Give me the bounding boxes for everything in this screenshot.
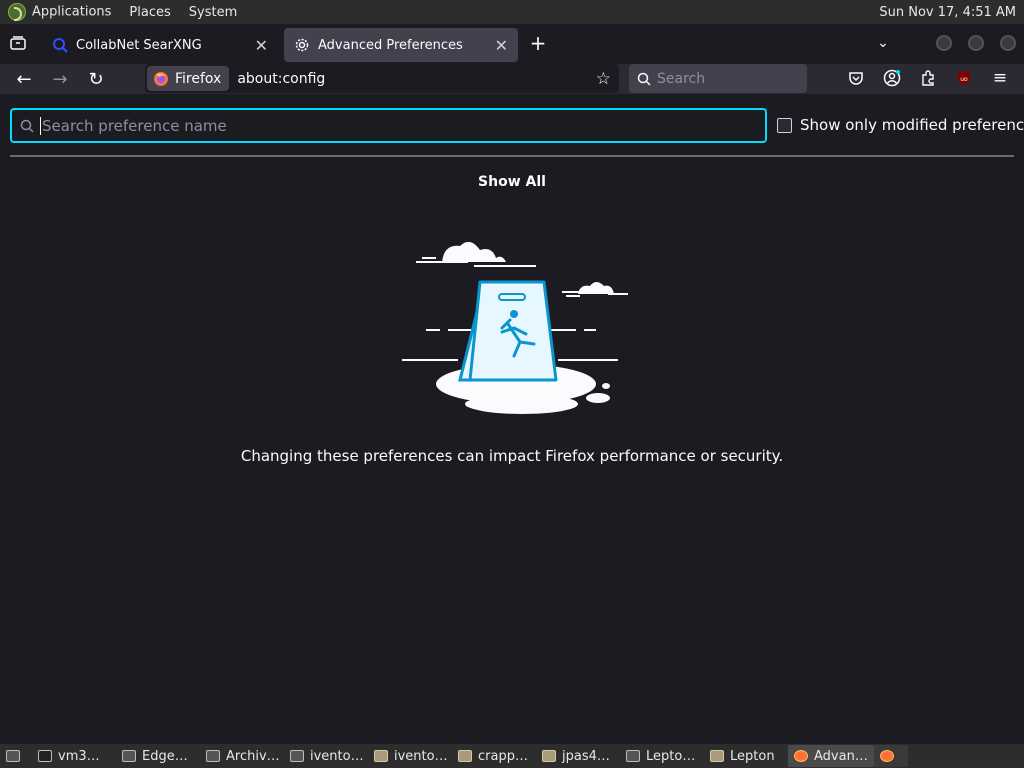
- tab-strip: CollabNet SearXNG ✕ Advanced Preferences…: [0, 24, 1024, 64]
- tab-title: Advanced Preferences: [318, 37, 463, 53]
- taskbar-item[interactable]: vm3…: [32, 745, 116, 767]
- firefox-icon: [154, 71, 168, 86]
- cloud-right-icon: [562, 282, 628, 297]
- new-tab-button[interactable]: +: [524, 30, 552, 56]
- taskbar-item[interactable]: Edge…: [116, 745, 200, 767]
- folder-icon: [710, 750, 724, 762]
- account-icon[interactable]: [882, 68, 902, 88]
- tab-list-icon[interactable]: [4, 30, 32, 56]
- clock[interactable]: Sun Nov 17, 4:51 AM: [879, 5, 1024, 20]
- taskbar-item[interactable]: ivento…: [368, 745, 452, 767]
- preference-search-input[interactable]: Search preference name: [10, 108, 767, 143]
- show-modified-checkbox[interactable]: [777, 118, 792, 133]
- desktop-icon: [6, 750, 20, 762]
- search-placeholder: Search: [657, 70, 706, 87]
- terminal-icon: [38, 750, 52, 762]
- gear-icon: [294, 37, 310, 53]
- extensions-icon[interactable]: [918, 68, 938, 88]
- folder-icon: [374, 750, 388, 762]
- app-icon: [290, 750, 304, 762]
- folder-icon: [542, 750, 556, 762]
- firefox-launcher-button[interactable]: [874, 745, 908, 767]
- mate-logo-icon: [8, 3, 26, 21]
- about-config-page: Search preference name Show only modifie…: [0, 94, 1024, 744]
- reload-icon[interactable]: ↻: [82, 66, 110, 92]
- taskbar-item[interactable]: Lepto…: [620, 745, 704, 767]
- taskbar-item[interactable]: Lepton: [704, 745, 788, 767]
- folder-icon: [458, 750, 472, 762]
- show-desktop-button[interactable]: [0, 745, 32, 767]
- svg-text:uo: uo: [960, 76, 968, 83]
- app-icon: [626, 750, 640, 762]
- show-modified-label[interactable]: Show only modified preferences: [800, 116, 1024, 134]
- chevron-down-icon[interactable]: ⌄: [869, 30, 897, 56]
- url-bar[interactable]: Firefox about:config ☆: [145, 64, 619, 93]
- tab-advanced-preferences[interactable]: Advanced Preferences ✕: [284, 28, 518, 62]
- tab-title: CollabNet SearXNG: [76, 37, 202, 53]
- taskbar-item[interactable]: jpas4…: [536, 745, 620, 767]
- divider: [10, 155, 1014, 157]
- places-menu[interactable]: Places: [129, 5, 170, 20]
- close-tab-icon[interactable]: ✕: [255, 36, 268, 55]
- applications-menu[interactable]: Applications: [8, 3, 111, 21]
- searxng-icon: [52, 37, 68, 53]
- app-icon: [122, 750, 136, 762]
- close-window-button[interactable]: [994, 30, 1022, 56]
- search-icon: [637, 72, 651, 86]
- taskbar-item[interactable]: ivento…: [284, 745, 368, 767]
- caution-sign-illustration: [402, 241, 628, 414]
- taskbar-item[interactable]: Archiv…: [200, 745, 284, 767]
- ublock-origin-icon[interactable]: uo: [954, 68, 974, 88]
- search-bar[interactable]: Search: [629, 64, 807, 93]
- identity-label: Firefox: [175, 70, 222, 87]
- search-icon: [20, 119, 34, 133]
- show-all-button[interactable]: Show All: [0, 174, 1024, 190]
- firefox-icon: [880, 750, 894, 762]
- taskbar-item[interactable]: crapp…: [452, 745, 536, 767]
- warning-message: Changing these preferences can impact Fi…: [240, 447, 784, 465]
- firefox-icon: [794, 750, 808, 762]
- url-text[interactable]: about:config: [237, 71, 325, 87]
- identity-box[interactable]: Firefox: [147, 66, 230, 91]
- top-panel: Applications Places System Sun Nov 17, 4…: [0, 0, 1024, 24]
- close-tab-icon[interactable]: ✕: [495, 36, 508, 55]
- forward-arrow-icon[interactable]: →: [46, 66, 74, 92]
- taskbar-item-active[interactable]: Advan…: [788, 745, 874, 767]
- pocket-icon[interactable]: [846, 68, 866, 88]
- tab-collabnet-searxng[interactable]: CollabNet SearXNG ✕: [42, 28, 278, 62]
- nav-bar: ← → ↻ Firefox about:config ☆ Search uo ≡: [0, 64, 1024, 94]
- search-placeholder: Search preference name: [42, 116, 227, 135]
- text-caret: [40, 116, 41, 135]
- minimize-button[interactable]: [930, 30, 958, 56]
- back-arrow-icon[interactable]: ←: [10, 66, 38, 92]
- system-menu[interactable]: System: [189, 5, 237, 20]
- maximize-button[interactable]: [962, 30, 990, 56]
- app-icon: [206, 750, 220, 762]
- hamburger-menu-icon[interactable]: ≡: [990, 68, 1010, 88]
- bookmark-star-icon[interactable]: ☆: [596, 69, 611, 89]
- cloud-left-icon: [416, 241, 536, 267]
- taskbar: vm3… Edge… Archiv… ivento… ivento… crapp…: [0, 744, 1024, 768]
